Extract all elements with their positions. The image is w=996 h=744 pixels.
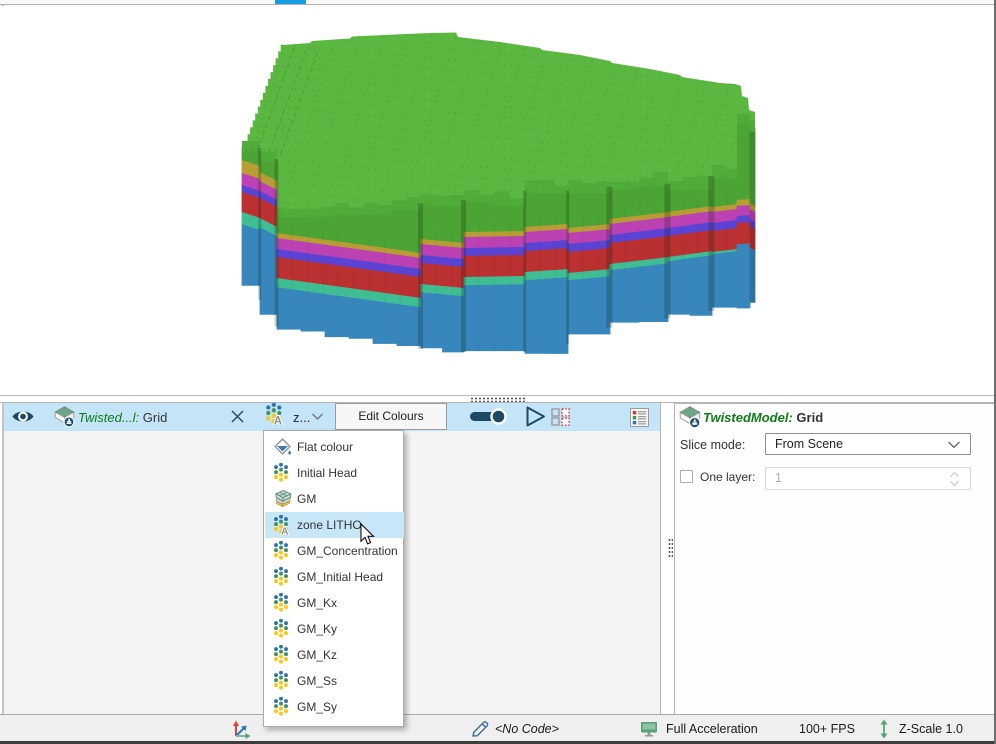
svg-text:A: A xyxy=(281,526,289,535)
svg-text:A: A xyxy=(274,415,282,425)
